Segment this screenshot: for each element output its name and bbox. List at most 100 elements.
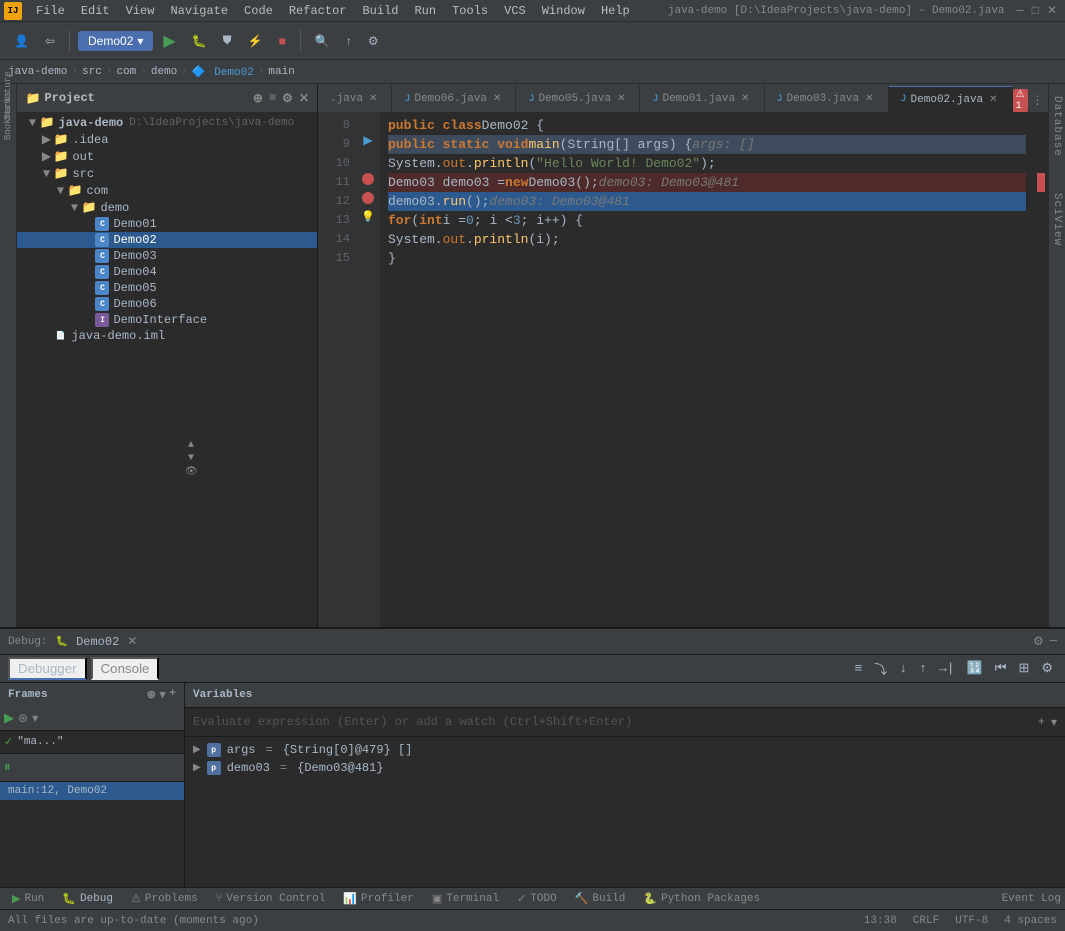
tab-demo06[interactable]: J Demo06.java ✕ <box>392 86 516 112</box>
menu-help[interactable]: Help <box>593 2 638 20</box>
tab-demo05[interactable]: J Demo05.java ✕ <box>516 86 640 112</box>
debug-minimize-icon[interactable]: ─ <box>1050 634 1057 649</box>
tree-src[interactable]: ▼ 📁 src <box>17 165 317 182</box>
menu-vcs[interactable]: VCS <box>496 2 534 20</box>
stop-button[interactable]: ■ <box>273 31 292 51</box>
search-everywhere-button[interactable]: 🔍 <box>309 31 336 51</box>
step-into-icon[interactable]: ↓ <box>895 659 911 678</box>
tree-idea[interactable]: ▶ 📁 .idea <box>17 131 317 148</box>
toolbar-profile-btn[interactable]: 👤 <box>8 31 35 51</box>
update-button[interactable]: ↑ <box>340 31 358 51</box>
debug-close-btn[interactable]: ✕ <box>127 634 137 649</box>
breadcrumb-root[interactable]: java-demo <box>8 66 67 78</box>
maximize-button[interactable]: □ <box>1028 4 1043 18</box>
status-crlf[interactable]: CRLF <box>913 915 939 927</box>
bookmarks-icon[interactable]: Bookmarks <box>0 108 16 124</box>
tree-demo05[interactable]: C Demo05 <box>17 280 317 296</box>
run-to-cursor-icon[interactable]: →| <box>935 659 959 678</box>
menu-window[interactable]: Window <box>534 2 593 20</box>
step-out-icon[interactable]: ↑ <box>915 659 931 678</box>
coverage-button[interactable]: ⛊ <box>217 30 238 51</box>
settings-button[interactable]: ⚙ <box>362 31 385 51</box>
toolbar-vcs-btn[interactable]: ⇦ <box>39 31 61 51</box>
resume-icon[interactable]: ▶ <box>4 711 14 726</box>
bottom-tab-build[interactable]: 🔨 Build <box>567 890 634 908</box>
tab-demo03-close[interactable]: ✕ <box>863 93 875 105</box>
evaluate-icon[interactable]: 🔢 <box>963 659 987 678</box>
tree-iml[interactable]: 📄 java-demo.iml <box>17 328 317 344</box>
thread-filter-icon[interactable]: ⊛ <box>18 711 28 726</box>
breadcrumb-method[interactable]: main <box>268 66 294 78</box>
tree-out[interactable]: ▶ 📁 out <box>17 148 317 165</box>
database-tab[interactable]: Database <box>1049 88 1065 165</box>
breadcrumb-class[interactable]: 🔷 Demo02 <box>192 65 254 79</box>
menu-refactor[interactable]: Refactor <box>281 2 355 20</box>
eval-add-icon[interactable]: + <box>1038 715 1045 729</box>
collapse-all-icon[interactable]: ≡ <box>269 91 276 106</box>
sciview-tab[interactable]: SciView <box>1049 185 1065 254</box>
tree-demo03[interactable]: C Demo03 <box>17 248 317 264</box>
tab-demo02-close[interactable]: ✕ <box>987 94 999 106</box>
frames-add-icon[interactable]: + <box>169 688 176 702</box>
tab-demo01-close[interactable]: ✕ <box>739 93 751 105</box>
menu-navigate[interactable]: Navigate <box>162 2 236 20</box>
tab-demo03[interactable]: J Demo03.java ✕ <box>765 86 889 112</box>
thread-expand-icon[interactable]: ▾ <box>32 711 38 726</box>
status-indent[interactable]: 4 spaces <box>1004 915 1057 927</box>
debugger-tab[interactable]: Debugger <box>8 657 87 680</box>
menu-file[interactable]: File <box>28 2 73 20</box>
tree-root[interactable]: ▼ 📁 java-demo D:\IdeaProjects\java-demo <box>17 114 317 131</box>
tab-demo05-close[interactable]: ✕ <box>615 93 627 105</box>
bottom-tab-python[interactable]: 🐍 Python Packages <box>635 890 768 908</box>
demo03-expand[interactable]: ▶ <box>193 762 201 774</box>
frame-main[interactable]: main:12, Demo02 <box>0 782 184 800</box>
bottom-tab-debug[interactable]: 🐛 Debug <box>54 890 121 908</box>
tab-demo02[interactable]: J Demo02.java ✕ <box>889 86 1013 112</box>
tree-demo01[interactable]: C Demo01 <box>17 216 317 232</box>
bottom-tab-todo[interactable]: ✓ TODO <box>509 890 565 908</box>
code-editor[interactable]: 8 9 10 11 12 13 14 15 ▶ <box>318 112 1048 627</box>
frames-expand-icon[interactable]: ▾ <box>160 688 166 702</box>
menu-edit[interactable]: Edit <box>73 2 118 20</box>
status-charset[interactable]: UTF-8 <box>955 915 988 927</box>
menu-build[interactable]: Build <box>354 2 406 20</box>
settings2-icon[interactable]: ⚙ <box>1037 659 1057 678</box>
code-content[interactable]: public class Demo02 { public static void… <box>380 112 1034 627</box>
breadcrumb-src[interactable]: src <box>82 66 102 78</box>
tab-demo06-close[interactable]: ✕ <box>491 93 503 105</box>
step-over-icon[interactable]: ⤵ <box>870 657 891 680</box>
frames-filter-icon[interactable]: ⊛ <box>147 688 156 702</box>
minimize-button[interactable]: ─ <box>1013 4 1028 18</box>
layout-icon[interactable]: ⊞ <box>1014 659 1033 678</box>
breakpoint-icon-12[interactable] <box>362 192 374 204</box>
breadcrumb-com[interactable]: com <box>116 66 136 78</box>
restore-icon[interactable]: ⏮ <box>991 659 1011 678</box>
settings-icon[interactable]: ⚙ <box>282 91 293 106</box>
close-button[interactable]: ✕ <box>1043 3 1061 18</box>
debug-gear-icon[interactable]: ⚙ <box>1033 634 1044 649</box>
tab-settings-icon[interactable]: ⋮ <box>1032 93 1044 108</box>
menu-run[interactable]: Run <box>406 2 444 20</box>
console-tab[interactable]: Console <box>91 657 160 680</box>
tree-demo[interactable]: ▼ 📁 demo <box>17 199 317 216</box>
close-panel-icon[interactable]: ✕ <box>299 91 309 106</box>
eval-bar[interactable]: Evaluate expression (Enter) or add a wat… <box>185 707 1065 737</box>
bottom-tab-run[interactable]: ▶ Run <box>4 890 52 908</box>
tree-demo04[interactable]: C Demo04 <box>17 264 317 280</box>
eval-expand-icon[interactable]: ▾ <box>1051 715 1057 730</box>
tab-demo01[interactable]: J Demo01.java ✕ <box>640 86 764 112</box>
debug-run-button[interactable]: 🐛 <box>186 31 213 51</box>
tab-dotjava[interactable]: .java ✕ <box>318 86 392 112</box>
bottom-tab-terminal[interactable]: ▣ Terminal <box>424 890 507 908</box>
profile-run-button[interactable]: ⚡ <box>242 31 269 51</box>
tree-demointerface[interactable]: I DemoInterface <box>17 312 317 328</box>
debug-config-name[interactable]: Demo02 <box>76 635 119 649</box>
breadcrumb-demo[interactable]: demo <box>151 66 177 78</box>
event-log-label[interactable]: Event Log <box>1002 893 1061 905</box>
run-config-button[interactable]: Demo02 ▾ <box>78 31 153 51</box>
tree-com[interactable]: ▼ 📁 com <box>17 182 317 199</box>
bottom-tab-vcs[interactable]: ⑂ Version Control <box>208 891 334 907</box>
run-button[interactable]: ▶ <box>157 28 181 54</box>
tab-dotjava-close[interactable]: ✕ <box>367 93 379 105</box>
menu-view[interactable]: View <box>118 2 163 20</box>
